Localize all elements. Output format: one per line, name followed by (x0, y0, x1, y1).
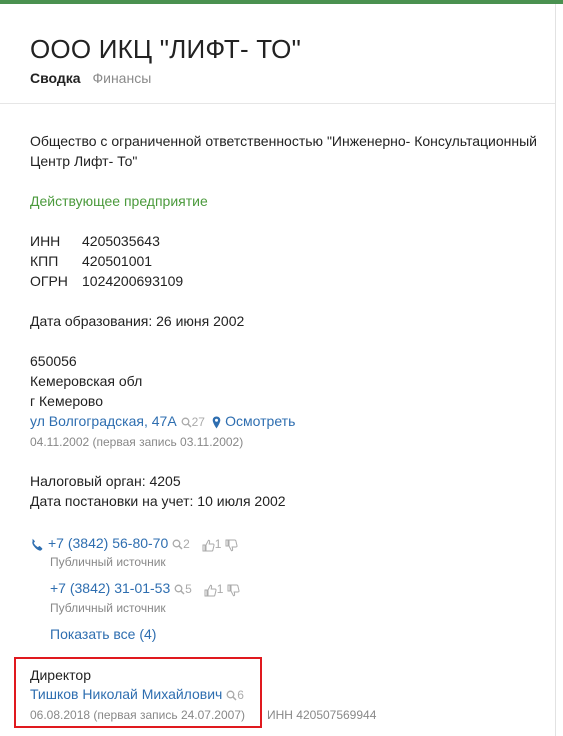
phone-votes-1: 1 (202, 534, 238, 554)
search-icon (181, 417, 192, 428)
phone-source-2: Публичный источник (50, 601, 166, 615)
director-name-row: Тишков Николай Михайлович 6 (30, 684, 244, 705)
tabs: Сводка Финансы (30, 70, 151, 86)
thumb-up-icon[interactable] (204, 584, 217, 597)
ogrn-label: ОГРН (30, 273, 68, 289)
map-pin-icon (212, 416, 221, 429)
director-meta: 06.08.2018 (первая запись 24.07.2007) ИНН… (30, 707, 376, 723)
company-full-name: Общество с ограниченной ответственностью… (30, 133, 537, 169)
address-zip: 650056 (30, 353, 77, 369)
tab-summary[interactable]: Сводка (30, 70, 81, 86)
thumb-up-icon[interactable] (202, 539, 215, 552)
page-title: ООО ИКЦ "ЛИФТ- ТО" (30, 34, 302, 64)
address-street-row: ул Волгоградская, 47А 27 Осмотреть (30, 411, 295, 432)
phone-icon (32, 538, 43, 551)
thumb-down-icon[interactable] (225, 539, 238, 552)
director-date-note: 06.08.2018 (первая запись 24.07.2007) (30, 708, 245, 722)
phone-votes-2: 1 (204, 579, 240, 599)
search-icon (174, 584, 185, 595)
phone-link-1[interactable]: +7 (3842) 56-80-70 (48, 535, 168, 551)
ogrn-row: ОГРН 1024200693109 (30, 271, 183, 291)
phone-search-count-2[interactable]: 5 (174, 582, 192, 596)
status-badge: Действующее предприятие (30, 193, 208, 209)
founded-date: Дата образования: 26 июня 2002 (30, 313, 245, 329)
registration-codes: ИНН 4205035643 КПП 420501001 ОГРН 102420069… (30, 231, 183, 291)
kpp-value: 420501001 (82, 253, 153, 269)
tax-block: Налоговый орган: 4205 Дата постановки на… (30, 471, 286, 511)
search-icon (172, 539, 183, 550)
inn-value: 4205035643 (82, 233, 160, 249)
address-search-count-value: 27 (191, 415, 205, 429)
ogrn-value: 1024200693109 (82, 273, 184, 289)
phone-row-2: +7 (3842) 31-01-53 5 1 (50, 578, 240, 599)
map-link[interactable]: Осмотреть (212, 413, 295, 429)
inn-row: ИНН 4205035643 (30, 231, 183, 251)
map-link-label: Осмотреть (225, 413, 296, 429)
phone-search-count-1-value: 2 (183, 537, 190, 551)
kpp-row: КПП 420501001 (30, 251, 183, 271)
phone-row-1: +7 (3842) 56-80-70 2 1 (30, 533, 238, 554)
address-block: 650056 Кемеровская обл г Кемерово ул Вол… (30, 351, 295, 452)
director-title: Директор (30, 667, 91, 683)
phone-search-count-1[interactable]: 2 (172, 537, 190, 551)
thumb-down-icon[interactable] (227, 584, 240, 597)
phone-search-count-2-value: 5 (185, 582, 192, 596)
kpp-label: КПП (30, 253, 59, 269)
address-region: Кемеровская обл (30, 373, 143, 389)
tax-registered: Дата постановки на учет: 10 июля 2002 (30, 493, 286, 509)
director-inn: ИНН 420507569944 (267, 708, 377, 722)
tab-finance[interactable]: Финансы (92, 70, 151, 86)
right-divider (555, 4, 556, 736)
address-street-link[interactable]: ул Волгоградская, 47А (30, 413, 177, 429)
tax-authority: Налоговый орган: 4205 (30, 473, 181, 489)
phone-link-2[interactable]: +7 (3842) 31-01-53 (50, 580, 170, 596)
address-city: г Кемерово (30, 393, 103, 409)
address-date-note: 04.11.2002 (первая запись 03.11.2002) (30, 435, 244, 449)
phone-likes-2: 1 (216, 582, 224, 597)
inn-label: ИНН (30, 233, 61, 249)
phone-source-1: Публичный источник (50, 555, 166, 569)
director-name-link[interactable]: Тишков Николай Михайлович (30, 686, 222, 702)
show-all-phones-link[interactable]: Показать все (4) (50, 624, 156, 644)
director-search-count-value: 6 (237, 688, 244, 702)
phone-likes-1: 1 (214, 537, 222, 552)
director-search-count[interactable]: 6 (226, 688, 244, 702)
address-search-count[interactable]: 27 (181, 415, 209, 429)
search-icon (226, 690, 237, 701)
company-header: ООО ИКЦ "ЛИФТ- ТО" Сводка Финансы (0, 4, 555, 104)
